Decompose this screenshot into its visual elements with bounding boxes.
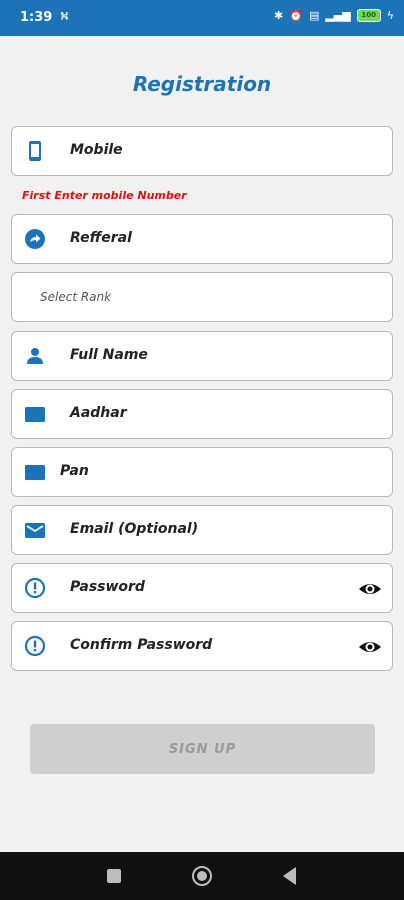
page-title: Registration — [132, 72, 272, 96]
mobile-field[interactable]: Mobile — [11, 126, 393, 176]
password-field[interactable]: Password — [11, 563, 393, 613]
fullname-field[interactable]: Full Name — [11, 331, 393, 381]
signal-icon: ▂▄▆ — [325, 9, 351, 22]
password-label: Password — [70, 579, 145, 595]
rank-placeholder: Select Rank — [40, 290, 112, 304]
mail-icon — [25, 523, 45, 538]
back-icon[interactable] — [283, 867, 296, 885]
status-bar: 1:39 ⛕ ✱ ⏰ ▤ ▂▄▆ 100 ϟ — [0, 0, 404, 36]
fullname-label: Full Name — [70, 347, 148, 363]
rank-select[interactable]: Select Rank — [11, 272, 393, 322]
notification-icon: ⛕ — [60, 9, 69, 23]
navigation-bar — [0, 852, 404, 900]
phone-icon — [29, 141, 41, 161]
confirm-password-label: Confirm Password — [70, 637, 213, 653]
mobile-label: Mobile — [70, 142, 123, 158]
status-time: 1:39 — [20, 10, 53, 25]
referral-label: Refferal — [70, 230, 132, 246]
info-icon — [24, 577, 46, 599]
pan-field[interactable]: Pan — [11, 447, 393, 497]
eye-icon[interactable] — [358, 578, 382, 600]
recents-icon[interactable] — [107, 869, 121, 883]
share-icon — [25, 229, 45, 249]
referral-field[interactable]: Refferal — [11, 214, 393, 264]
battery-icon: 100 — [356, 9, 381, 22]
pan-label: Pan — [60, 463, 89, 479]
bluetooth-icon: ✱ — [274, 9, 284, 22]
card-icon — [25, 465, 45, 480]
status-icons: ✱ ⏰ ▤ ▂▄▆ 100 ϟ — [274, 9, 394, 22]
eye-icon[interactable] — [358, 636, 382, 658]
email-label: Email (Optional) — [70, 521, 199, 537]
aadhar-label: Aadhar — [70, 405, 127, 421]
signup-button[interactable]: SIGN UP — [30, 724, 375, 774]
confirm-password-field[interactable]: Confirm Password — [11, 621, 393, 671]
alarm-icon: ⏰ — [289, 9, 303, 22]
mobile-error-text: First Enter mobile Number — [22, 189, 187, 202]
home-dot — [197, 871, 207, 881]
info-icon — [24, 635, 46, 657]
charging-icon: ϟ — [386, 9, 394, 22]
person-icon — [27, 348, 43, 364]
aadhar-field[interactable]: Aadhar — [11, 389, 393, 439]
wifi-icon: ▤ — [308, 9, 320, 22]
card-icon — [25, 407, 45, 422]
email-field[interactable]: Email (Optional) — [11, 505, 393, 555]
